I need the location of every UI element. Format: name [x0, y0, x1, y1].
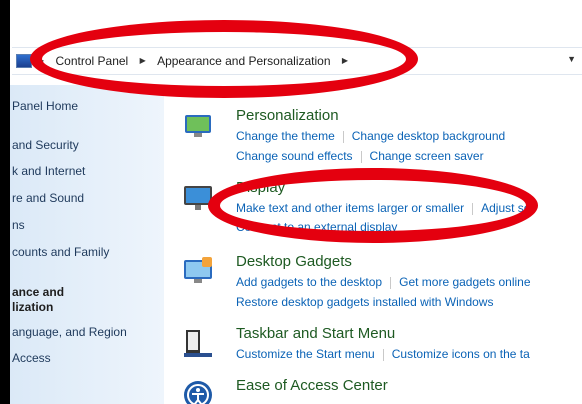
sidebar: Panel Home and Security k and Internet r… — [10, 85, 164, 404]
category-title[interactable]: Taskbar and Start Menu — [236, 325, 395, 342]
main-content: Personalization Change the theme Change d… — [164, 85, 582, 404]
title-bar — [10, 0, 582, 43]
personalization-icon — [185, 115, 211, 137]
chevron-right-icon[interactable]: ▶ — [342, 56, 348, 65]
separator — [342, 130, 344, 143]
link[interactable]: Customize icons on the ta — [392, 347, 530, 361]
link[interactable]: Change the theme — [236, 129, 335, 143]
link[interactable]: Restore desktop gadgets installed with W… — [236, 295, 493, 309]
display-icon — [184, 186, 212, 210]
chevron-right-icon[interactable]: ▶ — [140, 56, 146, 65]
sidebar-item-hardware[interactable]: re and Sound — [12, 191, 84, 205]
taskbar-icon — [184, 330, 212, 357]
link[interactable]: Get more gadgets online — [399, 275, 530, 289]
link-line: Change the theme Change desktop backgroun… — [236, 129, 505, 143]
sidebar-item-ease[interactable]: Access — [12, 351, 51, 365]
category-title[interactable]: Ease of Access Center — [236, 377, 388, 394]
link-line: Connect to an external display — [236, 220, 397, 234]
chevron-down-icon[interactable]: ▼ — [567, 54, 576, 64]
separator — [472, 202, 474, 215]
sidebar-item-region[interactable]: anguage, and Region — [12, 325, 127, 339]
sidebar-item-programs[interactable]: ns — [12, 218, 25, 232]
link[interactable]: Connect to an external display — [236, 220, 397, 234]
separator — [390, 276, 392, 289]
category-title[interactable]: Desktop Gadgets — [236, 253, 352, 270]
separator — [360, 150, 362, 163]
sidebar-item-network[interactable]: k and Internet — [12, 164, 85, 178]
link-line: Add gadgets to the desktop Get more gadge… — [236, 275, 531, 289]
chevron-right-icon[interactable]: ▶ — [38, 56, 44, 65]
breadcrumb: ▶ Control Panel ▶ Appearance and Persona… — [38, 53, 356, 68]
link[interactable]: Customize the Start menu — [236, 347, 375, 361]
link-line: Restore desktop gadgets installed with W… — [236, 295, 493, 309]
breadcrumb-control-panel[interactable]: Control Panel — [56, 54, 129, 68]
link-line: Change sound effects Change screen saver — [236, 149, 484, 163]
link-line: Customize the Start menu Customize icons … — [236, 347, 530, 361]
control-panel-icon — [16, 54, 32, 68]
link-line: Make text and other items larger or smal… — [236, 201, 530, 215]
link[interactable]: Change screen saver — [370, 149, 484, 163]
sidebar-item-home[interactable]: Panel Home — [12, 99, 78, 113]
ease-of-access-icon — [184, 381, 212, 404]
sidebar-item-appearance-1: ance and — [12, 285, 65, 299]
link[interactable]: Add gadgets to the desktop — [236, 275, 382, 289]
category-title[interactable]: Personalization — [236, 107, 339, 124]
link[interactable]: Change sound effects — [236, 149, 353, 163]
address-bar[interactable]: ▶ Control Panel ▶ Appearance and Persona… — [12, 47, 582, 75]
link[interactable]: Change desktop background — [352, 129, 505, 143]
gadgets-icon — [184, 257, 212, 283]
breadcrumb-appearance[interactable]: Appearance and Personalization — [157, 54, 330, 68]
link[interactable]: Make text and other items larger or smal… — [236, 201, 464, 215]
sidebar-item-accounts[interactable]: counts and Family — [12, 245, 109, 259]
sidebar-item-appearance-2: lization — [12, 300, 54, 314]
link[interactable]: Adjust sc — [481, 201, 530, 215]
category-title[interactable]: Display — [236, 179, 285, 196]
separator — [382, 348, 384, 361]
control-panel-window: ▶ Control Panel ▶ Appearance and Persona… — [10, 0, 582, 404]
sidebar-item-security[interactable]: and Security — [12, 138, 79, 152]
